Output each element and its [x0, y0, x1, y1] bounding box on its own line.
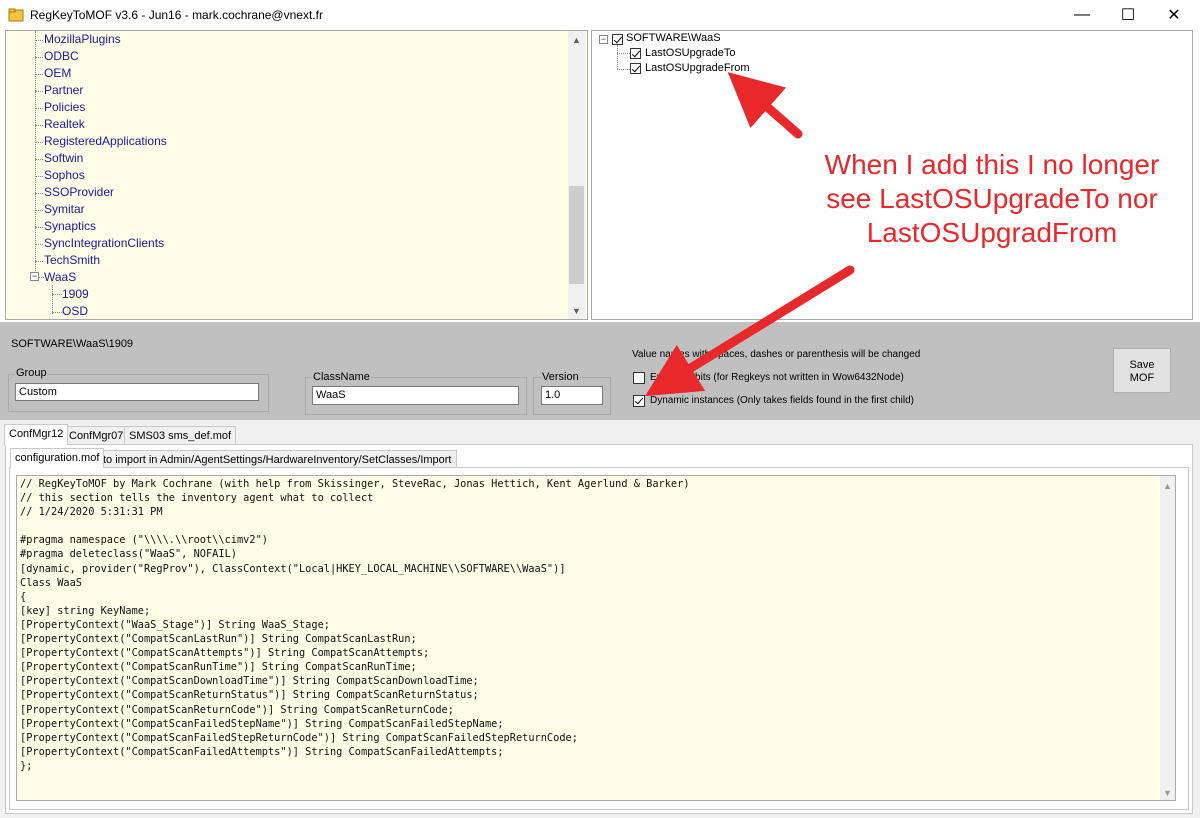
annotation-text: When I add this I no longer see LastOSUp… [824, 149, 1160, 248]
arrow-to-values [727, 72, 803, 139]
tab-configuration-mof[interactable]: configuration.mof [10, 448, 105, 468]
annotation-arrows [645, 72, 855, 397]
arrow-to-dynamic [645, 265, 855, 397]
tab-confmgr12[interactable]: ConfMgr12 [4, 424, 69, 445]
